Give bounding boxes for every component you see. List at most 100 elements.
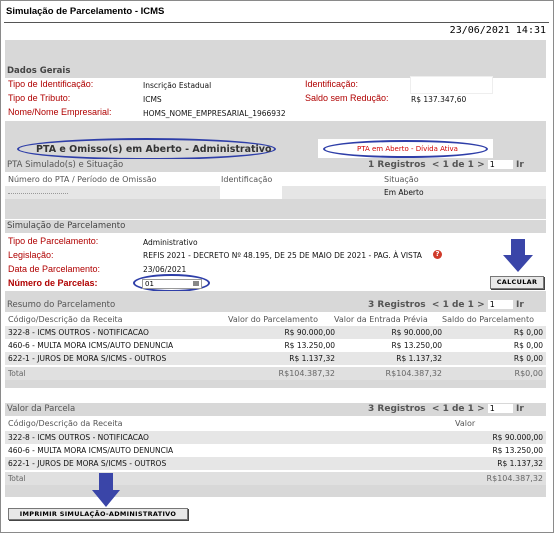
resumo-footer-band [5,380,546,388]
pager-pages: 1 [467,300,474,310]
pager-next-button[interactable]: > [477,404,485,414]
row-codigo: 460-6 - MULTA MORA ICMS/AUTO DENUNCIA [8,446,174,455]
app-title: Simulação de Parcelamento - ICMS [6,6,165,17]
pta-situacao-value: Em Aberto [384,188,424,197]
tipo-identificacao-label: Tipo de Identificação: [8,79,94,89]
tipo-tributo-value: ICMS [143,95,162,104]
tipo-parcelamento-value: Administrativo [143,238,198,247]
col-numero-pta: Número do PTA / Período de Omissão [8,175,157,184]
table-row: 322-8 - ICMS OUTROS - NOTIFICACAO R$ 90.… [5,326,546,339]
table-row: 460-6 - MULTA MORA ICMS/AUTO DENUNCIA R$… [5,339,546,352]
table-row: 322-8 - ICMS OUTROS - NOTIFICACAO R$ 90.… [5,431,546,444]
pager-prev-button[interactable]: < [432,160,440,170]
total-valor: R$104.387,32 [486,474,543,483]
row-codigo: 622-1 - JUROS DE MORA S/ICMS - OUTROS [8,459,167,468]
pager-sep: de [451,160,465,170]
tab-pta-divida-ativa[interactable]: PTA em Aberto - Dívida Ativa [357,145,458,153]
row-valor-entrada: R$ 90.000,00 [391,328,442,337]
total-row: Total R$104.387,32 [5,472,546,485]
identificacao-value [410,76,493,94]
pager-count-label: Registros [377,300,426,310]
pta-footer-band [5,199,546,219]
pager-page: 1 [442,300,449,310]
pta-identificacao-redacted [220,186,282,199]
calendar-icon [193,281,199,286]
row-codigo: 322-8 - ICMS OUTROS - NOTIFICACAO [8,328,149,337]
total-valor-parcelamento: R$104.387,32 [278,369,335,378]
pager-count-label: Registros [377,160,426,170]
row-valor-entrada: R$ 13.250,00 [391,341,442,350]
pager-prev-button[interactable]: < [432,404,440,414]
title-divider [4,22,549,23]
saldo-value: R$ 137.347,60 [411,95,467,104]
table-row: 460-6 - MULTA MORA ICMS/AUTO DENUNCIA R$… [5,444,546,457]
col-valor: Valor [455,419,476,428]
row-valor: R$ 13.250,00 [492,446,543,455]
pager-sep: de [451,404,465,414]
pager-go-button[interactable]: Ir [516,404,524,414]
dados-gerais-footer-band [5,121,546,135]
tipo-tributo-label: Tipo de Tributo: [8,93,71,103]
pager-next-button[interactable]: > [477,300,485,310]
pager-prev-button[interactable]: < [432,300,440,310]
pager-go-button[interactable]: Ir [516,160,524,170]
table-row: 622-1 - JUROS DE MORA S/ICMS - OUTROS R$… [5,457,546,470]
legislacao-value: REFIS 2021 - DECRETO Nº 48.195, DE 25 DE… [143,251,422,260]
simulacao-footer-band [5,291,546,299]
row-valor: R$ 1.137,32 [497,459,543,468]
pager-pages: 1 [467,404,474,414]
row-valor: R$ 90.000,00 [492,433,543,442]
pager-page-input[interactable]: 1 [487,160,513,169]
row-valor-parcelamento: R$ 90.000,00 [284,328,335,337]
pager-page-input[interactable]: 1 [487,404,513,413]
data-parcelamento-value: 23/06/2021 [143,265,187,274]
table-row: 622-1 - JUROS DE MORA S/ICMS - OUTROS R$… [5,352,546,365]
total-label: Total [8,369,26,378]
pager-count: 3 [368,300,375,310]
row-codigo: 622-1 - JUROS DE MORA S/ICMS - OUTROS [8,354,167,363]
row-valor-entrada: R$ 1.137,32 [396,354,442,363]
pager-pages: 1 [467,160,474,170]
imprimir-simulacao-button[interactable]: IMPRIMIR SIMULAÇÃO-ADMINISTRATIVO [8,508,188,520]
col-identificacao: Identificação [221,175,273,184]
simulacao-header: Simulação de Parcelamento [5,220,546,233]
pta-pager: 1 Registros < 1 de 1 > 1 Ir [368,160,524,170]
legislacao-label: Legislação: [8,250,54,260]
pta-number-redacted [8,193,68,194]
col-codigo: Código/Descrição da Receita [8,419,123,428]
pager-sep: de [451,300,465,310]
pager-count-label: Registros [377,404,426,414]
top-spacer-band [5,40,546,65]
saldo-label: Saldo sem Redução: [305,93,389,103]
col-valor-parcelamento: Valor do Parcelamento [228,315,318,324]
row-valor-parcelamento: R$ 1.137,32 [289,354,335,363]
col-saldo: Saldo do Parcelamento [442,315,534,324]
parcela-footer-band [5,485,546,497]
total-row: Total R$104.387,32 R$104.387,32 R$0,00 [5,367,546,380]
help-icon[interactable]: ? [433,250,442,259]
pager-page: 1 [442,160,449,170]
calcular-button[interactable]: CALCULAR [490,276,544,289]
pager-next-button[interactable]: > [477,160,485,170]
tipo-parcelamento-label: Tipo de Parcelamento: [8,236,99,246]
row-codigo: 322-8 - ICMS OUTROS - NOTIFICACAO [8,433,149,442]
pager-page: 1 [442,404,449,414]
numero-parcelas-select[interactable]: 01 [142,279,202,289]
pager-count: 1 [368,160,375,170]
pager-go-button[interactable]: Ir [516,300,524,310]
total-saldo: R$0,00 [514,369,543,378]
nome-label: Nome/Nome Empresarial: [8,107,112,117]
parcela-pager: 3 Registros < 1 de 1 > 1 Ir [368,404,524,414]
col-situacao: Situação [384,175,419,184]
tab-pta-administrativo[interactable]: PTA e Omisso(s) em Aberto - Administrati… [36,144,272,155]
tipo-identificacao-value: Inscrição Estadual [143,81,212,90]
total-label: Total [8,474,26,483]
row-valor-parcelamento: R$ 13.250,00 [284,341,335,350]
pager-count: 3 [368,404,375,414]
pager-page-input[interactable]: 1 [487,300,513,309]
datetime: 23/06/2021 14:31 [449,25,546,36]
down-arrow-icon [503,239,533,272]
identificacao-label: Identificação: [305,79,359,89]
resumo-pager: 3 Registros < 1 de 1 > 1 Ir [368,300,524,310]
col-codigo: Código/Descrição da Receita [8,315,123,324]
